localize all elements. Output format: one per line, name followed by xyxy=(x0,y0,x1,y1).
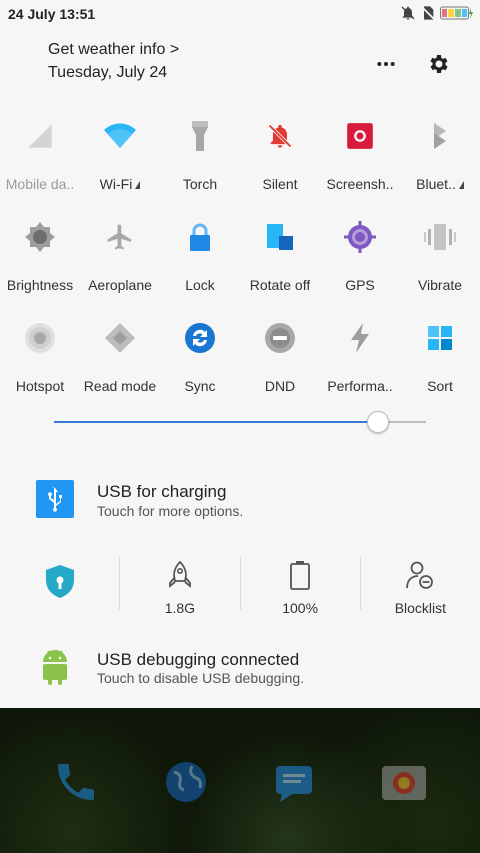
tile-label: Hotspot xyxy=(15,378,65,394)
tile-dnd[interactable]: DND xyxy=(240,310,320,411)
stats-row: 1.8G 100% Blocklist xyxy=(0,552,480,616)
brightness-icon xyxy=(20,217,60,257)
blocklist-label: Blocklist xyxy=(394,600,447,616)
tile-label: GPS xyxy=(345,277,375,293)
tile-mobile-data[interactable]: Mobile da.. xyxy=(0,108,80,209)
gps-icon xyxy=(340,217,380,257)
browser-icon xyxy=(162,758,210,806)
status-time: 24 July 13:51 xyxy=(8,6,96,22)
tile-screenshot[interactable]: Screensh.. xyxy=(320,108,400,209)
battery-stat[interactable]: 100% xyxy=(241,552,360,616)
tile-performance[interactable]: Performa.. xyxy=(320,310,400,411)
tile-label: Aeroplane xyxy=(88,277,152,293)
notification-title: USB debugging connected xyxy=(97,650,300,669)
expand-arrow-icon xyxy=(135,181,141,189)
tile-label: Wi-Fi xyxy=(100,176,141,192)
blocklist-stat[interactable]: Blocklist xyxy=(361,552,480,616)
tile-brightness[interactable]: Brightness xyxy=(0,209,80,310)
wifi-icon xyxy=(100,116,140,156)
notifications-off-icon xyxy=(400,5,416,26)
sync-icon xyxy=(180,318,220,358)
messages-icon xyxy=(270,758,318,806)
hotspot-icon xyxy=(20,318,60,358)
usb-icon xyxy=(36,480,74,523)
android-icon xyxy=(40,648,70,691)
rotate-icon xyxy=(260,217,300,257)
security-shield-icon xyxy=(42,564,78,598)
slider-thumb[interactable] xyxy=(367,411,389,433)
tile-hotspot[interactable]: Hotspot xyxy=(0,310,80,411)
tile-label: Sync xyxy=(184,378,216,394)
no-sim-icon xyxy=(420,5,436,26)
tile-gps[interactable]: GPS xyxy=(320,209,400,310)
tile-sort[interactable]: Sort xyxy=(400,310,480,411)
tile-label: Vibrate xyxy=(417,277,463,293)
notification-subtitle: Touch for more options. xyxy=(97,503,244,519)
battery-charging-icon xyxy=(440,6,474,25)
tile-wifi[interactable]: Wi-Fi xyxy=(80,108,160,209)
tile-label: Silent xyxy=(262,176,298,192)
header-date[interactable]: Get weather info > Tuesday, July 24 xyxy=(48,38,179,84)
tile-label: Lock xyxy=(185,277,215,293)
tile-label: Performa.. xyxy=(327,378,393,394)
home-wallpaper xyxy=(0,708,480,853)
usb-debugging-notification[interactable]: USB debugging connected Touch to disable… xyxy=(0,640,480,700)
vibrate-icon xyxy=(420,217,460,257)
rocket-icon xyxy=(166,558,194,592)
expand-arrow-icon xyxy=(458,181,464,189)
blocklist-icon xyxy=(405,558,435,592)
quick-settings-grid: Mobile da.. Wi-Fi Torch Silent Screensh.… xyxy=(0,108,480,411)
tile-aeroplane[interactable]: Aeroplane xyxy=(80,209,160,310)
tile-label: Sort xyxy=(427,378,453,394)
date-label: Tuesday, July 24 xyxy=(48,64,168,81)
battery-value: 100% xyxy=(282,600,319,616)
memory-stat[interactable]: 1.8G xyxy=(120,552,239,616)
tile-sync[interactable]: Sync xyxy=(160,310,240,411)
battery-icon xyxy=(289,558,311,592)
tile-label: Rotate off xyxy=(249,277,311,293)
tile-lock[interactable]: Lock xyxy=(160,209,240,310)
tile-label: Screensh.. xyxy=(326,176,394,192)
performance-icon xyxy=(340,318,380,358)
camera-icon xyxy=(380,758,428,806)
tile-label: Mobile da.. xyxy=(5,176,75,192)
status-bar: 24 July 13:51 xyxy=(0,0,480,28)
read-mode-icon xyxy=(100,318,140,358)
settings-gear-icon[interactable] xyxy=(426,52,450,81)
weather-link[interactable]: Get weather info > xyxy=(48,38,179,61)
tile-read-mode[interactable]: Read mode xyxy=(80,310,160,411)
tile-silent[interactable]: Silent xyxy=(240,108,320,209)
tile-label: Torch xyxy=(182,176,218,192)
security-stat[interactable] xyxy=(0,552,119,616)
aeroplane-icon xyxy=(100,217,140,257)
lock-icon xyxy=(180,217,220,257)
memory-value: 1.8G xyxy=(164,600,196,616)
brightness-slider[interactable] xyxy=(54,410,426,434)
slider-track-filled xyxy=(54,421,368,423)
screenshot-icon xyxy=(340,116,380,156)
tile-torch[interactable]: Torch xyxy=(160,108,240,209)
usb-charging-notification[interactable]: USB for charging Touch for more options. xyxy=(0,470,480,530)
tile-label: DND xyxy=(264,378,296,394)
bluetooth-icon xyxy=(420,116,460,156)
tile-bluetooth[interactable]: Bluet.. xyxy=(400,108,480,209)
tile-label: Bluet.. xyxy=(416,176,464,192)
more-icon[interactable] xyxy=(376,54,396,79)
signal-icon xyxy=(20,116,60,156)
phone-icon xyxy=(52,758,100,806)
dnd-icon xyxy=(260,318,300,358)
tile-label: Read mode xyxy=(83,378,157,394)
notification-subtitle: Touch to disable USB debugging. xyxy=(97,670,305,686)
tile-rotate-off[interactable]: Rotate off xyxy=(240,209,320,310)
tile-vibrate[interactable]: Vibrate xyxy=(400,209,480,310)
torch-icon xyxy=(180,116,220,156)
slider-track-empty xyxy=(388,421,426,423)
tile-label: Brightness xyxy=(6,277,74,293)
silent-bell-icon xyxy=(260,116,300,156)
notification-title: USB for charging xyxy=(97,482,227,501)
sort-icon xyxy=(420,318,460,358)
